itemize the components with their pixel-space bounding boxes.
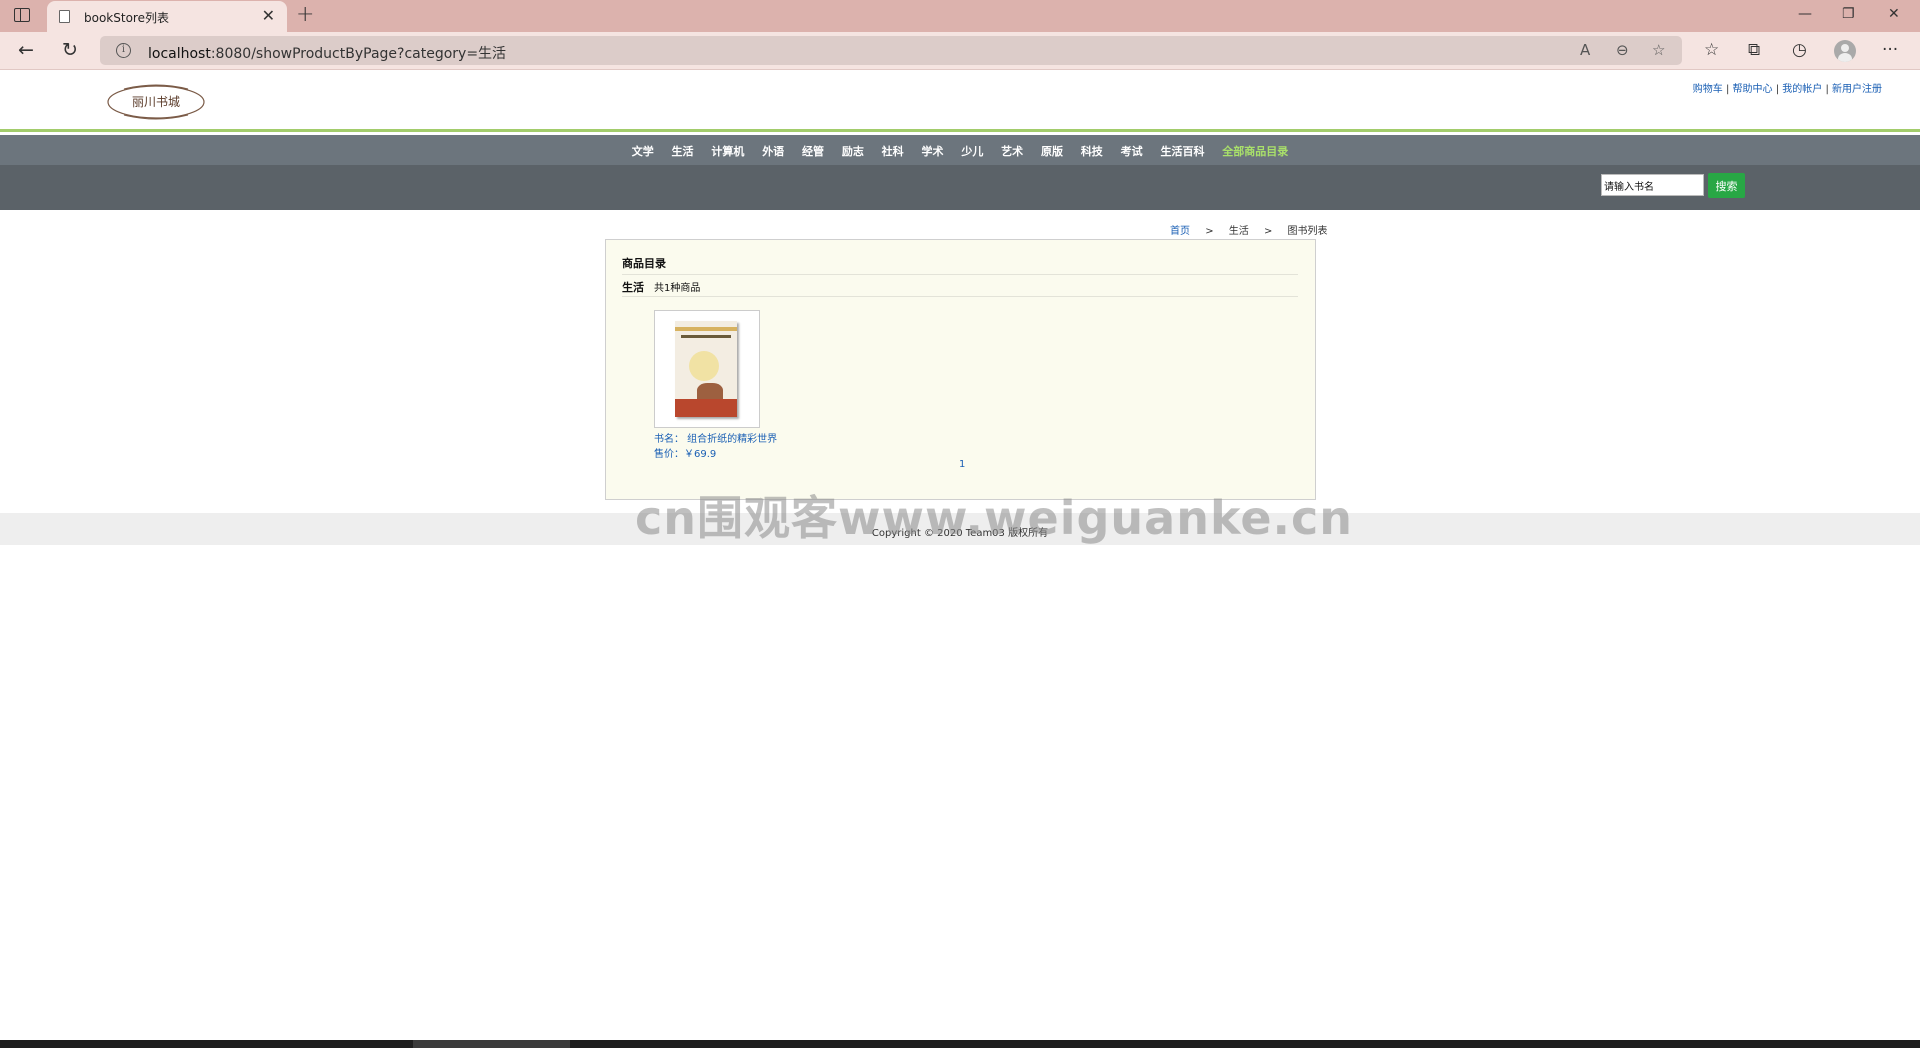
site-logo[interactable]: 丽川书城 [106, 83, 206, 121]
address-bar: ← ↻ i localhost:8080/showProductByPage?c… [0, 32, 1920, 70]
category-summary: 生活 共1种商品 [622, 279, 700, 295]
catalog-panel: 商品目录 生活 共1种商品 书名： 组合折纸的精彩世界 售价：￥69.9 1 [605, 239, 1316, 500]
search-button[interactable]: 搜索 [1708, 173, 1745, 198]
tab-title: bookStore列表 [84, 11, 169, 25]
breadcrumb-home-link[interactable]: 首页 [1170, 226, 1190, 237]
site-info-icon[interactable]: i [116, 43, 131, 58]
search-bar: 搜索 [0, 165, 1920, 210]
top-links: 购物车 | 帮助中心 | 我的帐户 | 新用户注册 [1692, 84, 1882, 95]
breadcrumb-category: 生活 [1228, 226, 1249, 237]
minimize-icon[interactable]: — [1798, 6, 1812, 22]
breadcrumb: 首页 > 生活 > 图书列表 [1170, 222, 1328, 237]
close-tab-icon[interactable]: ✕ [262, 6, 275, 25]
page-number-link[interactable]: 1 [959, 459, 965, 470]
add-favorite-icon[interactable]: ☆ [1652, 41, 1665, 59]
menu-item-foreign-language[interactable]: 外语 [762, 143, 784, 159]
menu-item-life[interactable]: 生活 [672, 143, 694, 159]
browser-tab[interactable]: bookStore列表 ✕ [47, 1, 287, 32]
breadcrumb-separator: > [1263, 226, 1273, 237]
menu-item-exam[interactable]: 考试 [1121, 143, 1143, 159]
zoom-out-icon[interactable]: ⊖ [1616, 41, 1629, 59]
watermark-text: cn围观客www.weiguanke.cn [635, 491, 1354, 545]
product-cover-image[interactable] [654, 310, 760, 428]
site-header: 丽川书城 购物车 | 帮助中心 | 我的帐户 | 新用户注册 [0, 71, 1920, 132]
url-text[interactable]: localhost:8080/showProductByPage?categor… [148, 43, 506, 63]
web-page: 丽川书城 购物车 | 帮助中心 | 我的帐户 | 新用户注册 文学 生活 计算机… [0, 71, 1920, 1040]
catalog-title: 商品目录 [622, 257, 666, 270]
category-name: 生活 [622, 281, 644, 294]
search-input[interactable] [1601, 174, 1704, 196]
help-center-link[interactable]: 帮助中心 [1733, 84, 1773, 95]
window-close-icon[interactable]: ✕ [1888, 6, 1900, 22]
browser-tab-bar: bookStore列表 ✕ + — ❐ ✕ [0, 0, 1920, 32]
register-link[interactable]: 新用户注册 [1832, 84, 1882, 95]
breadcrumb-current: 图书列表 [1287, 226, 1328, 237]
menu-item-literature[interactable]: 文学 [632, 143, 654, 159]
new-tab-button[interactable]: + [296, 2, 314, 27]
my-account-link[interactable]: 我的帐户 [1782, 84, 1822, 95]
menu-item-art[interactable]: 艺术 [1001, 143, 1023, 159]
page-icon [59, 10, 70, 23]
breadcrumb-separator: > [1205, 226, 1214, 237]
product-card: 书名： 组合折纸的精彩世界 售价：￥69.9 [654, 310, 777, 460]
collections-icon[interactable]: ⧉ [1748, 40, 1760, 60]
svg-text:丽川书城: 丽川书城 [132, 95, 180, 109]
cart-link[interactable]: 购物车 [1693, 84, 1723, 95]
reload-icon[interactable]: ↻ [62, 39, 78, 61]
divider [622, 296, 1298, 297]
menu-item-social-science[interactable]: 社科 [882, 143, 904, 159]
category-menu: 文学 生活 计算机 外语 经管 励志 社科 学术 少儿 艺术 原版 科技 考试 … [0, 135, 1920, 165]
restore-icon[interactable]: ❐ [1842, 6, 1855, 22]
product-name-link[interactable]: 书名： 组合折纸的精彩世界 [654, 430, 777, 445]
taskbar [0, 1040, 1920, 1048]
url-field[interactable]: i localhost:8080/showProductByPage?categ… [100, 36, 1682, 65]
menu-item-inspiration[interactable]: 励志 [842, 143, 864, 159]
tab-actions-icon[interactable] [14, 8, 30, 22]
menu-item-encyclopedia[interactable]: 生活百科 [1160, 143, 1204, 159]
menu-item-business[interactable]: 经管 [802, 143, 824, 159]
product-price: 售价：￥69.9 [654, 449, 717, 460]
more-options-icon[interactable]: ··· [1882, 40, 1898, 60]
profile-avatar[interactable] [1834, 40, 1856, 62]
favorites-icon[interactable]: ☆ [1704, 40, 1719, 60]
read-aloud-icon[interactable]: A [1580, 41, 1590, 59]
back-icon[interactable]: ← [18, 39, 34, 61]
product-count: 共1种商品 [654, 283, 701, 294]
menu-item-academic[interactable]: 学术 [922, 143, 944, 159]
menu-item-technology[interactable]: 科技 [1081, 143, 1103, 159]
divider [622, 274, 1298, 275]
menu-item-original[interactable]: 原版 [1041, 143, 1063, 159]
menu-item-children[interactable]: 少儿 [961, 143, 983, 159]
menu-item-all-products[interactable]: 全部商品目录 [1222, 143, 1288, 159]
history-icon[interactable]: ◷ [1792, 40, 1807, 60]
menu-item-computer[interactable]: 计算机 [711, 143, 744, 159]
book-cover [675, 321, 737, 417]
